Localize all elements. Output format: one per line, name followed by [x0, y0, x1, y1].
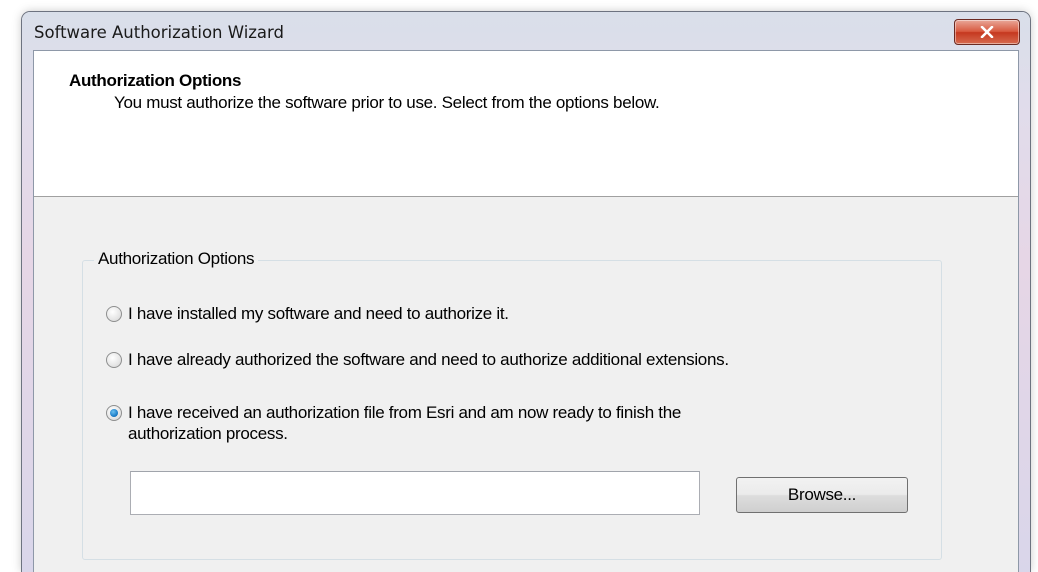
option-received-file-label: I have received an authorization file fr… — [128, 402, 681, 444]
group-label: Authorization Options — [94, 249, 259, 269]
browse-button[interactable]: Browse... — [736, 477, 908, 513]
option-received-file-line2: authorization process. — [128, 424, 288, 443]
close-icon — [980, 26, 994, 38]
radio-already-authorized[interactable] — [106, 352, 122, 368]
option-already-authorized-label: I have already authorized the software a… — [128, 350, 729, 369]
option-received-file[interactable]: I have received an authorization file fr… — [106, 402, 681, 444]
option-installed[interactable]: I have installed my software and need to… — [106, 303, 509, 324]
close-button[interactable] — [954, 19, 1020, 45]
authorization-file-path-input[interactable] — [130, 471, 700, 515]
wizard-client-area: Authorization Options You must authorize… — [33, 50, 1019, 572]
header-title: Authorization Options — [69, 71, 242, 90]
wizard-header: Authorization Options You must authorize… — [34, 51, 1018, 197]
wizard-window: Software Authorization Wizard Authorizat… — [22, 12, 1030, 572]
radio-received-file[interactable] — [106, 405, 122, 421]
radio-installed[interactable] — [106, 306, 122, 322]
window-title: Software Authorization Wizard — [34, 23, 285, 42]
option-installed-label: I have installed my software and need to… — [128, 304, 509, 323]
header-subtitle: You must authorize the software prior to… — [114, 93, 660, 112]
option-received-file-line1: I have received an authorization file fr… — [128, 403, 682, 422]
option-already-authorized[interactable]: I have already authorized the software a… — [106, 349, 729, 370]
title-bar[interactable]: Software Authorization Wizard — [22, 12, 1030, 50]
